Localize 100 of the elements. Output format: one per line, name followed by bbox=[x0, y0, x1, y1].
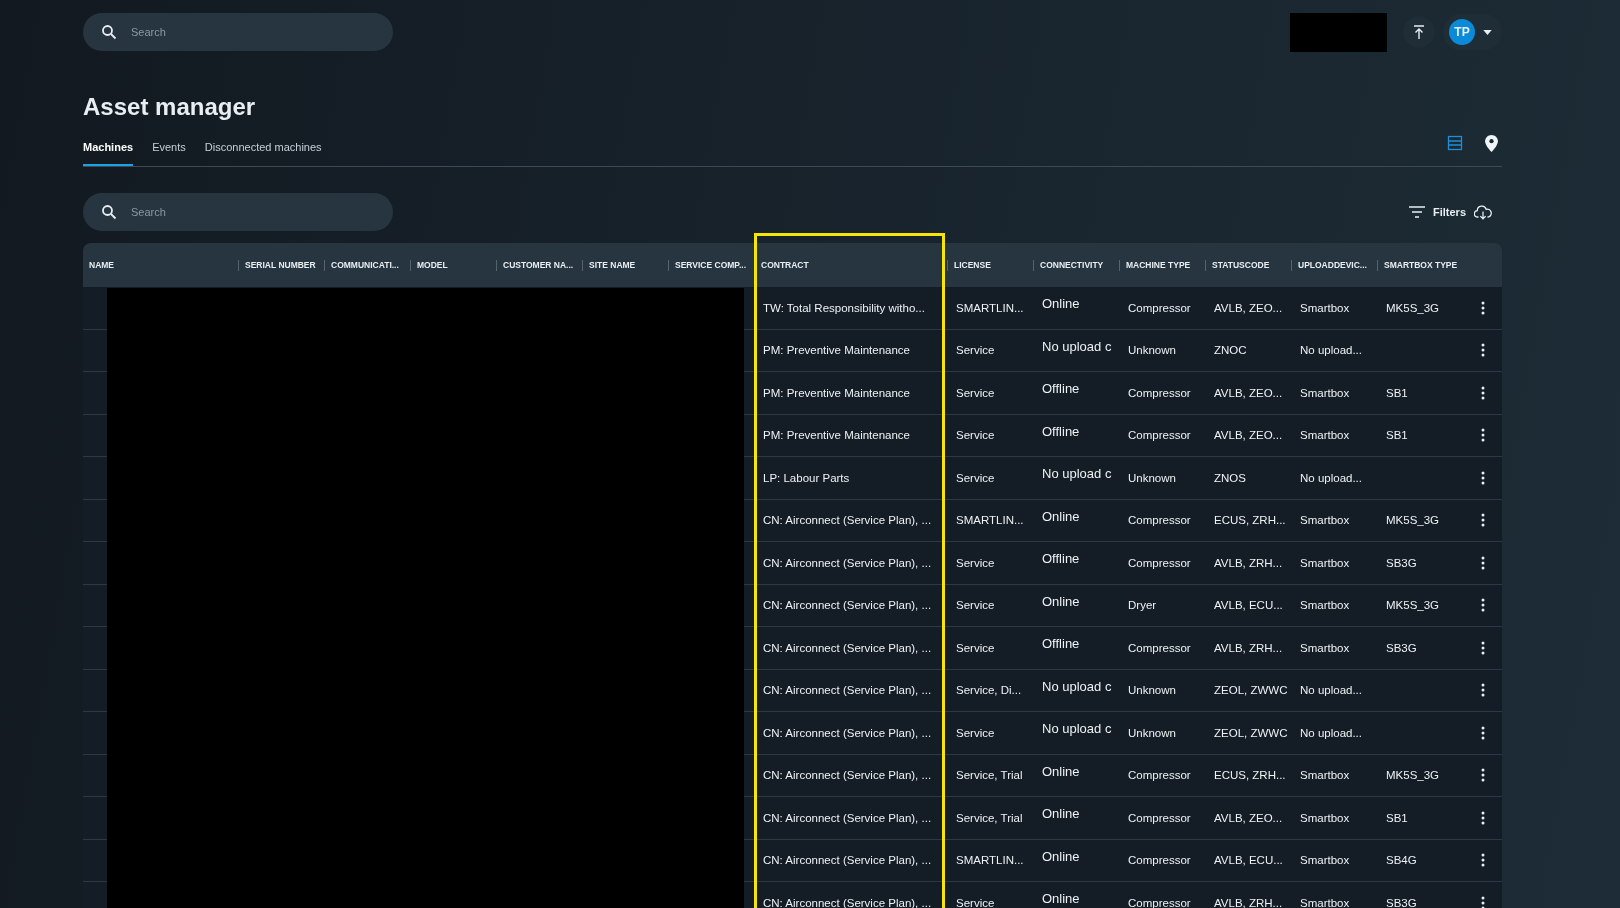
table-cell: Service bbox=[956, 726, 995, 739]
more-options-icon[interactable] bbox=[1481, 895, 1485, 908]
table-cell: Smartbox bbox=[1300, 386, 1350, 399]
table-cell: SB1 bbox=[1386, 429, 1408, 442]
search-input[interactable]: Search bbox=[131, 13, 375, 51]
column-header[interactable]: CUSTOMER NA... bbox=[503, 259, 574, 270]
more-options-icon[interactable] bbox=[1481, 385, 1485, 400]
tab[interactable]: Machines bbox=[83, 137, 134, 166]
more-options-icon[interactable] bbox=[1481, 300, 1485, 315]
column-header[interactable]: COMMUNICATI... bbox=[331, 259, 399, 270]
table-cell: Smartbox bbox=[1300, 769, 1350, 782]
table-cell: Online bbox=[1042, 848, 1080, 864]
column-header[interactable]: MODEL bbox=[417, 259, 448, 270]
table-cell: MK5S_3G bbox=[1386, 599, 1440, 612]
table-cell: Smartbox bbox=[1300, 556, 1350, 569]
table-cell: ZEOL, ZWWC bbox=[1214, 726, 1288, 739]
table-cell: Smartbox bbox=[1300, 599, 1350, 612]
tab[interactable]: Events bbox=[152, 137, 186, 166]
table-cell: Offline bbox=[1042, 423, 1080, 439]
table-cell: No upload... bbox=[1300, 684, 1362, 697]
table-cell: Smartbox bbox=[1300, 514, 1350, 527]
table-cell: TW: Total Responsibility witho... bbox=[763, 301, 925, 314]
table-cell: Online bbox=[1042, 763, 1080, 779]
more-options-icon[interactable] bbox=[1481, 853, 1485, 868]
table-cell: SB3G bbox=[1386, 641, 1417, 654]
table-cell: PM: Preventive Maintenance bbox=[763, 386, 911, 399]
table-cell: AVLB, ZEO... bbox=[1214, 386, 1283, 399]
table-cell: Smartbox bbox=[1300, 641, 1350, 654]
search-field[interactable]: Search bbox=[83, 13, 393, 51]
table-cell: ZEOL, ZWWC bbox=[1214, 684, 1288, 697]
table-cell: PM: Preventive Maintenance bbox=[763, 344, 911, 357]
search-icon bbox=[101, 204, 117, 220]
table-cell: Compressor bbox=[1128, 769, 1191, 782]
table-cell: No upload c bbox=[1042, 466, 1112, 481]
more-options-icon[interactable] bbox=[1481, 640, 1485, 655]
column-header[interactable]: CONTRACT bbox=[761, 259, 809, 270]
table-cell: SMARTLIN... bbox=[956, 854, 1024, 867]
more-options-icon[interactable] bbox=[1481, 768, 1485, 783]
more-options-icon[interactable] bbox=[1481, 343, 1485, 358]
table-cell: Online bbox=[1042, 806, 1080, 821]
table-cell: Compressor bbox=[1128, 811, 1191, 824]
table-cell: CN: Airconnect (Service Plan), ... bbox=[763, 811, 932, 824]
cloud-download-icon[interactable] bbox=[1474, 204, 1492, 220]
more-options-icon[interactable] bbox=[1481, 513, 1485, 528]
table-cell: ECUS, ZRH... bbox=[1214, 769, 1286, 782]
more-options-icon[interactable] bbox=[1481, 725, 1485, 740]
table-cell: SB3G bbox=[1386, 896, 1417, 908]
column-header[interactable]: STATUSCODE bbox=[1212, 259, 1270, 270]
table-cell: Service bbox=[956, 599, 995, 612]
column-header[interactable]: UPLOADDEVIC... bbox=[1298, 259, 1367, 270]
table-cell: Service, Di... bbox=[956, 684, 1022, 697]
upload-button[interactable] bbox=[1403, 16, 1435, 48]
table-cell: CN: Airconnect (Service Plan), ... bbox=[763, 556, 932, 569]
table-cell: Service bbox=[956, 429, 995, 442]
more-options-icon[interactable] bbox=[1481, 683, 1485, 698]
more-options-icon[interactable] bbox=[1481, 428, 1485, 443]
search-field[interactable]: Search bbox=[83, 193, 393, 231]
column-header[interactable]: MACHINE TYPE bbox=[1126, 259, 1191, 270]
column-header[interactable]: SERVICE COMP... bbox=[675, 259, 746, 270]
table-cell: CN: Airconnect (Service Plan), ... bbox=[763, 599, 932, 612]
more-options-icon[interactable] bbox=[1481, 555, 1485, 570]
table-cell: ECUS, ZRH... bbox=[1214, 514, 1286, 527]
caret-icon bbox=[1483, 29, 1492, 35]
list-view-icon[interactable] bbox=[1447, 135, 1463, 152]
table-cell: AVLB, ECU... bbox=[1214, 854, 1283, 867]
table-cell: Compressor bbox=[1128, 641, 1191, 654]
table-cell: Service bbox=[956, 896, 995, 908]
column-header[interactable]: CONNECTIVITY bbox=[1040, 259, 1104, 270]
tab[interactable]: Disconnected machines bbox=[204, 137, 322, 166]
table-cell: Unknown bbox=[1128, 471, 1176, 484]
column-header[interactable]: LICENSE bbox=[954, 259, 991, 270]
more-options-icon[interactable] bbox=[1481, 810, 1485, 825]
table-cell: LP: Labour Parts bbox=[763, 471, 850, 484]
table-cell: Compressor bbox=[1128, 386, 1191, 399]
filters-button[interactable]: Filters bbox=[1409, 206, 1466, 218]
table-cell: Unknown bbox=[1128, 684, 1176, 697]
table-cell: Dryer bbox=[1128, 599, 1157, 612]
table-cell: Smartbox bbox=[1300, 429, 1350, 442]
table-cell: Online bbox=[1042, 508, 1080, 524]
column-header[interactable]: SMARTBOX TYPE bbox=[1384, 259, 1458, 270]
table-cell: MK5S_3G bbox=[1386, 769, 1440, 782]
table-cell: AVLB, ZEO... bbox=[1214, 429, 1283, 442]
column-header[interactable]: SITE NAME bbox=[589, 259, 636, 270]
column-header[interactable]: SERIAL NUMBER bbox=[245, 259, 316, 270]
table-cell: Smartbox bbox=[1300, 896, 1350, 908]
table-cell: No upload c bbox=[1042, 678, 1112, 694]
table-cell: No upload c bbox=[1042, 721, 1112, 736]
table-cell: CN: Airconnect (Service Plan), ... bbox=[763, 514, 932, 527]
filter-icon bbox=[1409, 206, 1425, 218]
search-input[interactable]: Search bbox=[131, 193, 375, 231]
more-options-icon[interactable] bbox=[1481, 598, 1485, 613]
column-header[interactable]: NAME bbox=[89, 259, 115, 270]
more-options-icon[interactable] bbox=[1481, 470, 1485, 485]
user-avatar: TP bbox=[1449, 19, 1475, 45]
table-cell: CN: Airconnect (Service Plan), ... bbox=[763, 684, 932, 697]
map-pin-icon[interactable] bbox=[1485, 135, 1498, 152]
table-cell: CN: Airconnect (Service Plan), ... bbox=[763, 726, 932, 739]
table-cell: Online bbox=[1042, 296, 1080, 311]
table-cell: AVLB, ZEO... bbox=[1214, 811, 1283, 824]
table-cell: Service, Trial bbox=[956, 769, 1023, 782]
